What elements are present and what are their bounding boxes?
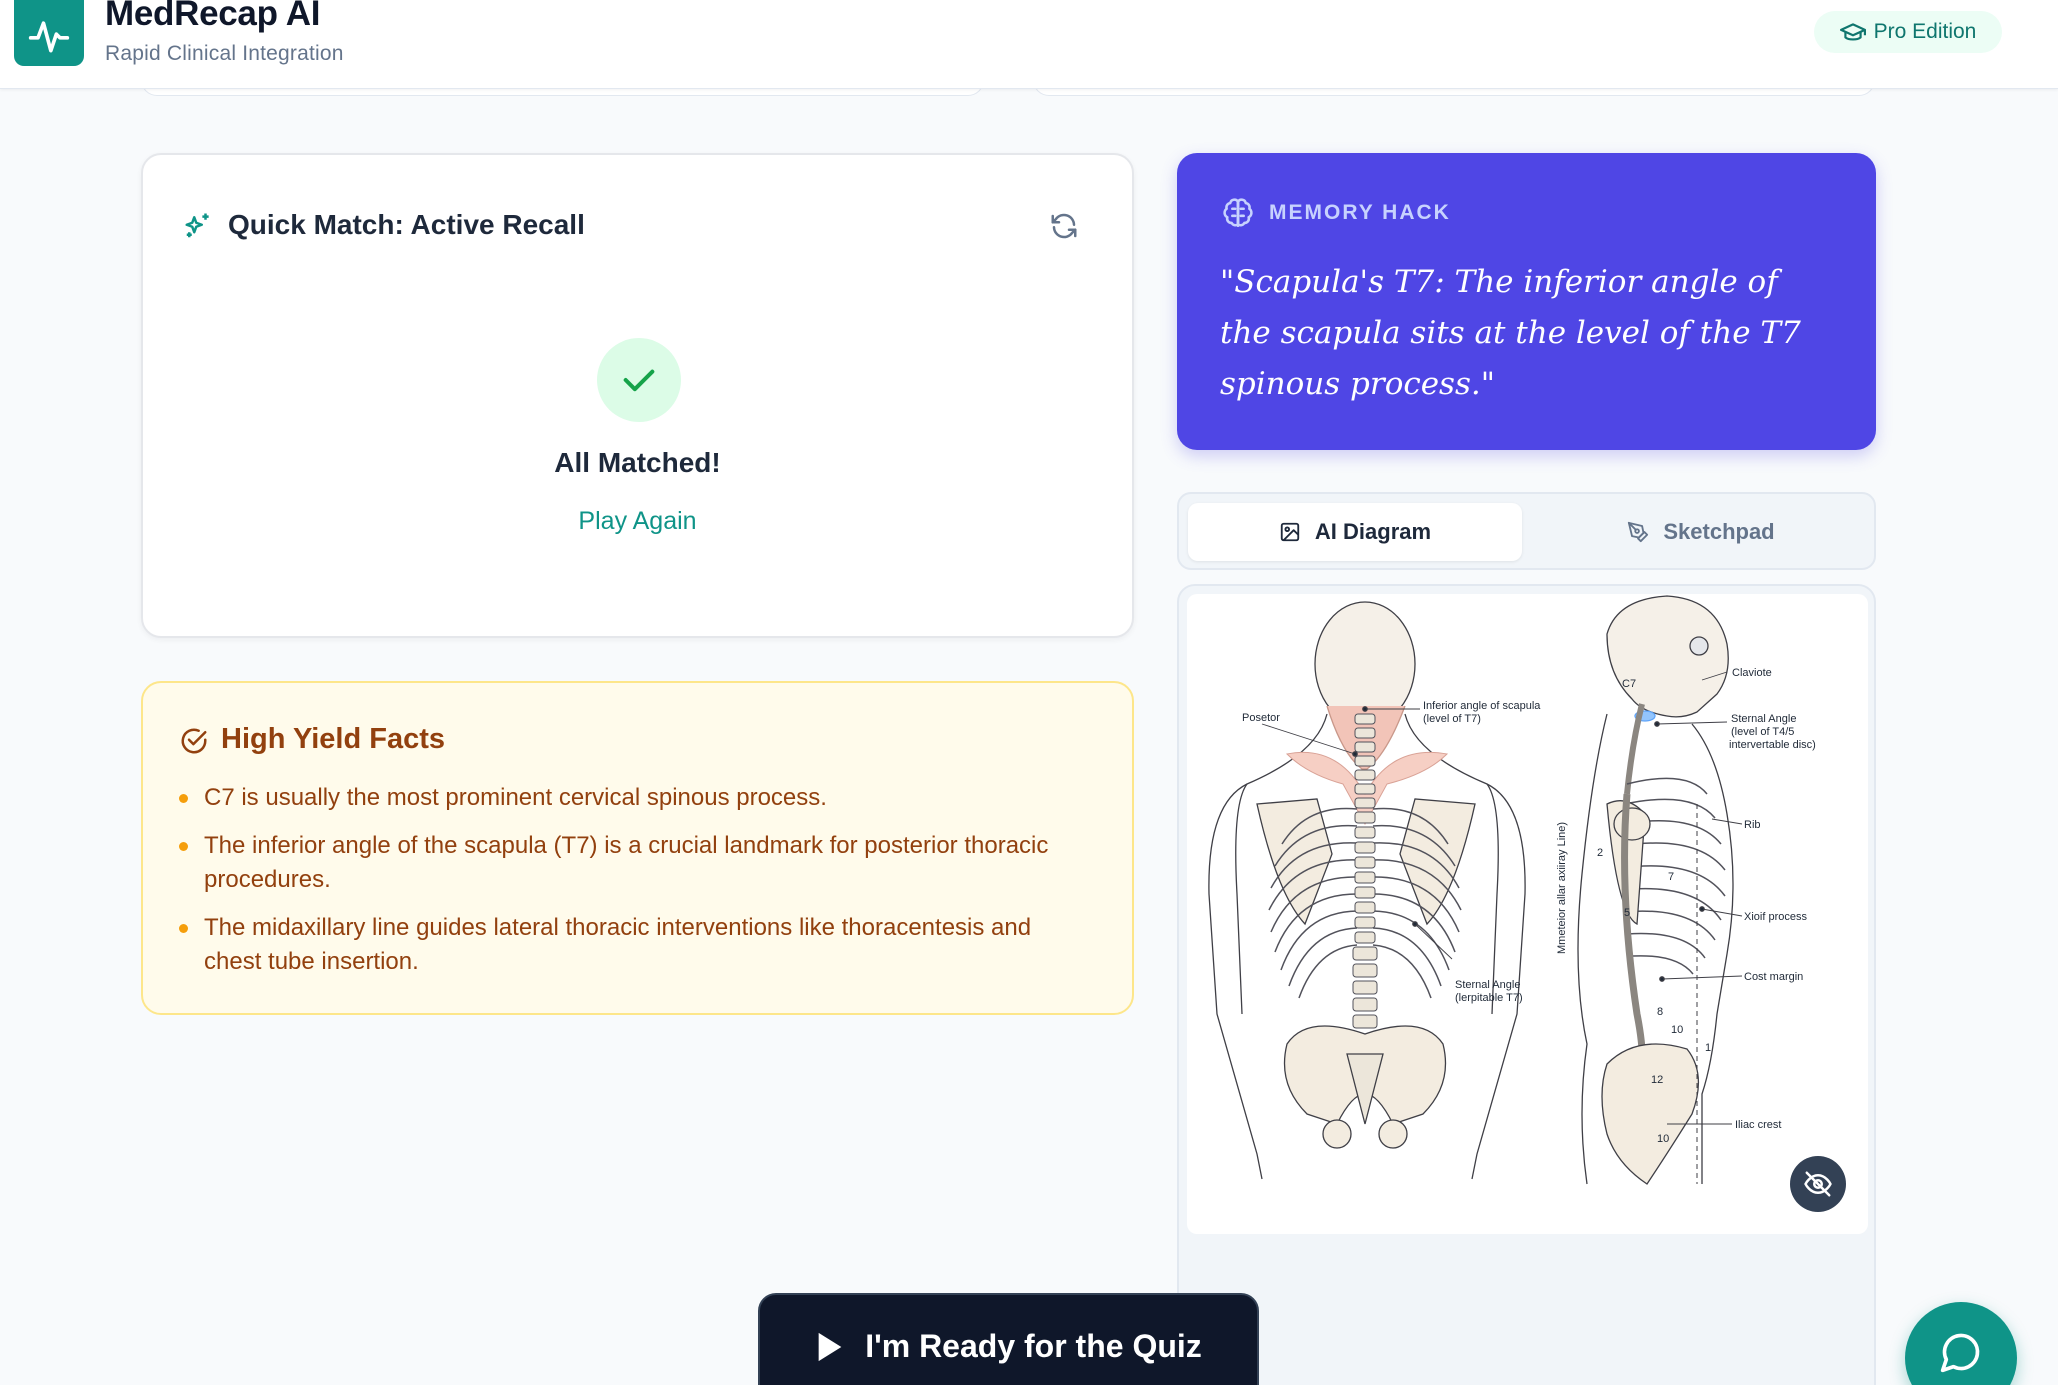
label-sternal-angle-disc: intervertable disc) <box>1729 739 1816 751</box>
app-header: MedRecap AI Rapid Clinical Integration P… <box>0 0 2058 89</box>
fact-text: The midaxillary line guides lateral thor… <box>204 914 1032 975</box>
label-number: 10 <box>1657 1133 1669 1145</box>
eye-off-icon <box>1804 1171 1832 1197</box>
label-inferior-angle-level: (level of T7) <box>1423 713 1481 725</box>
pro-edition-badge[interactable]: Pro Edition <box>1814 11 2002 53</box>
label-number: 5 <box>1624 907 1630 919</box>
label-sternal-angle-level: (level of T4/5 <box>1731 726 1794 738</box>
logo <box>14 0 84 66</box>
label-cost-margin: Cost margin <box>1744 971 1803 983</box>
sparkles-icon <box>185 213 209 238</box>
tab-sketchpad[interactable]: Sketchpad <box>1534 503 1868 561</box>
memory-hack-quote: "Scapula's T7: The inferior angle of the… <box>1220 264 1801 402</box>
label-number: 8 <box>1657 1006 1663 1018</box>
label-number: 10 <box>1671 1024 1683 1036</box>
brain-icon <box>1223 198 1253 228</box>
list-item: C7 is usually the most prominent cervica… <box>179 781 1084 815</box>
anatomy-diagram: Posetor Inferior angle of scapula (level… <box>1187 594 1868 1234</box>
tab-label: Sketchpad <box>1663 519 1775 544</box>
label-xiphoid: Xioif process <box>1744 911 1807 923</box>
high-yield-facts-card: High Yield Facts C7 is usually the most … <box>141 681 1134 1015</box>
label-iliac-crest: Iliac crest <box>1735 1119 1781 1131</box>
bullet <box>179 924 188 933</box>
label-sternal-angle-posterior-level: (lerpitable T7) <box>1455 992 1523 1004</box>
label-number: 2 <box>1597 847 1603 859</box>
list-item: The midaxillary line guides lateral thor… <box>179 911 1084 979</box>
label-rib: Rib <box>1744 819 1761 831</box>
label-claviote: Claviote <box>1732 667 1772 679</box>
chat-button[interactable] <box>1905 1302 2017 1385</box>
memory-hack-card: MEMORY HACK "Scapula's T7: The inferior … <box>1177 153 1876 450</box>
play-icon <box>818 1332 842 1362</box>
image-icon <box>1280 522 1300 542</box>
fact-text: C7 is usually the most prominent cervica… <box>204 784 827 811</box>
pro-edition-label: Pro Edition <box>1873 20 1977 43</box>
hide-labels-button[interactable] <box>1790 1156 1846 1212</box>
high-yield-title: High Yield Facts <box>221 723 445 755</box>
label-sternal-angle: Sternal Angle <box>1731 713 1796 725</box>
label-number: 7 <box>1668 871 1674 883</box>
graduation-cap-icon <box>1839 23 1866 41</box>
label-posetor: Posetor <box>1242 712 1280 724</box>
check-icon <box>623 369 655 392</box>
label-axillary-line: Mmeteior allar axiiray Line) <box>1556 822 1568 954</box>
label-number: 1 <box>1705 1042 1711 1054</box>
fact-text: The inferior angle of the scapula (T7) i… <box>204 832 1049 893</box>
quiz-button-label: I'm Ready for the Quiz <box>865 1328 1202 1364</box>
chat-bubble-icon <box>1940 1333 1980 1373</box>
view-tabs: AI Diagram Sketchpad <box>1177 492 1876 570</box>
brand-title: MedRecap AI <box>105 0 321 33</box>
refresh-icon[interactable] <box>1049 211 1079 241</box>
label-sternal-angle-posterior: Sternal Angle <box>1455 979 1520 991</box>
ready-for-quiz-button[interactable]: I'm Ready for the Quiz <box>758 1293 1259 1385</box>
pen-tool-icon <box>1628 521 1649 543</box>
memory-hack-label: MEMORY HACK <box>1269 201 1451 224</box>
diagram-panel: Posetor Inferior angle of scapula (level… <box>1177 584 1876 1385</box>
check-circle-icon <box>181 728 207 754</box>
quick-match-title: Quick Match: Active Recall <box>228 209 585 240</box>
pulse-icon <box>28 21 70 53</box>
play-again-button[interactable]: Play Again <box>578 507 696 536</box>
brand-subtitle: Rapid Clinical Integration <box>105 42 344 65</box>
success-badge <box>597 338 681 422</box>
quick-match-card: Quick Match: Active Recall All Matched! … <box>141 153 1134 638</box>
high-yield-list: C7 is usually the most prominent cervica… <box>179 781 1084 993</box>
all-matched-text: All Matched! <box>554 447 721 478</box>
bullet <box>179 842 188 851</box>
list-item: The inferior angle of the scapula (T7) i… <box>179 829 1084 897</box>
label-number: 12 <box>1651 1074 1663 1086</box>
label-inferior-angle: Inferior angle of scapula <box>1423 700 1541 712</box>
bullet <box>179 794 188 803</box>
anatomy-illustration: Posetor Inferior angle of scapula (level… <box>1208 595 1816 1185</box>
label-c7: C7 <box>1622 678 1636 690</box>
tab-ai-diagram[interactable]: AI Diagram <box>1188 503 1522 561</box>
tab-label: AI Diagram <box>1314 519 1432 544</box>
